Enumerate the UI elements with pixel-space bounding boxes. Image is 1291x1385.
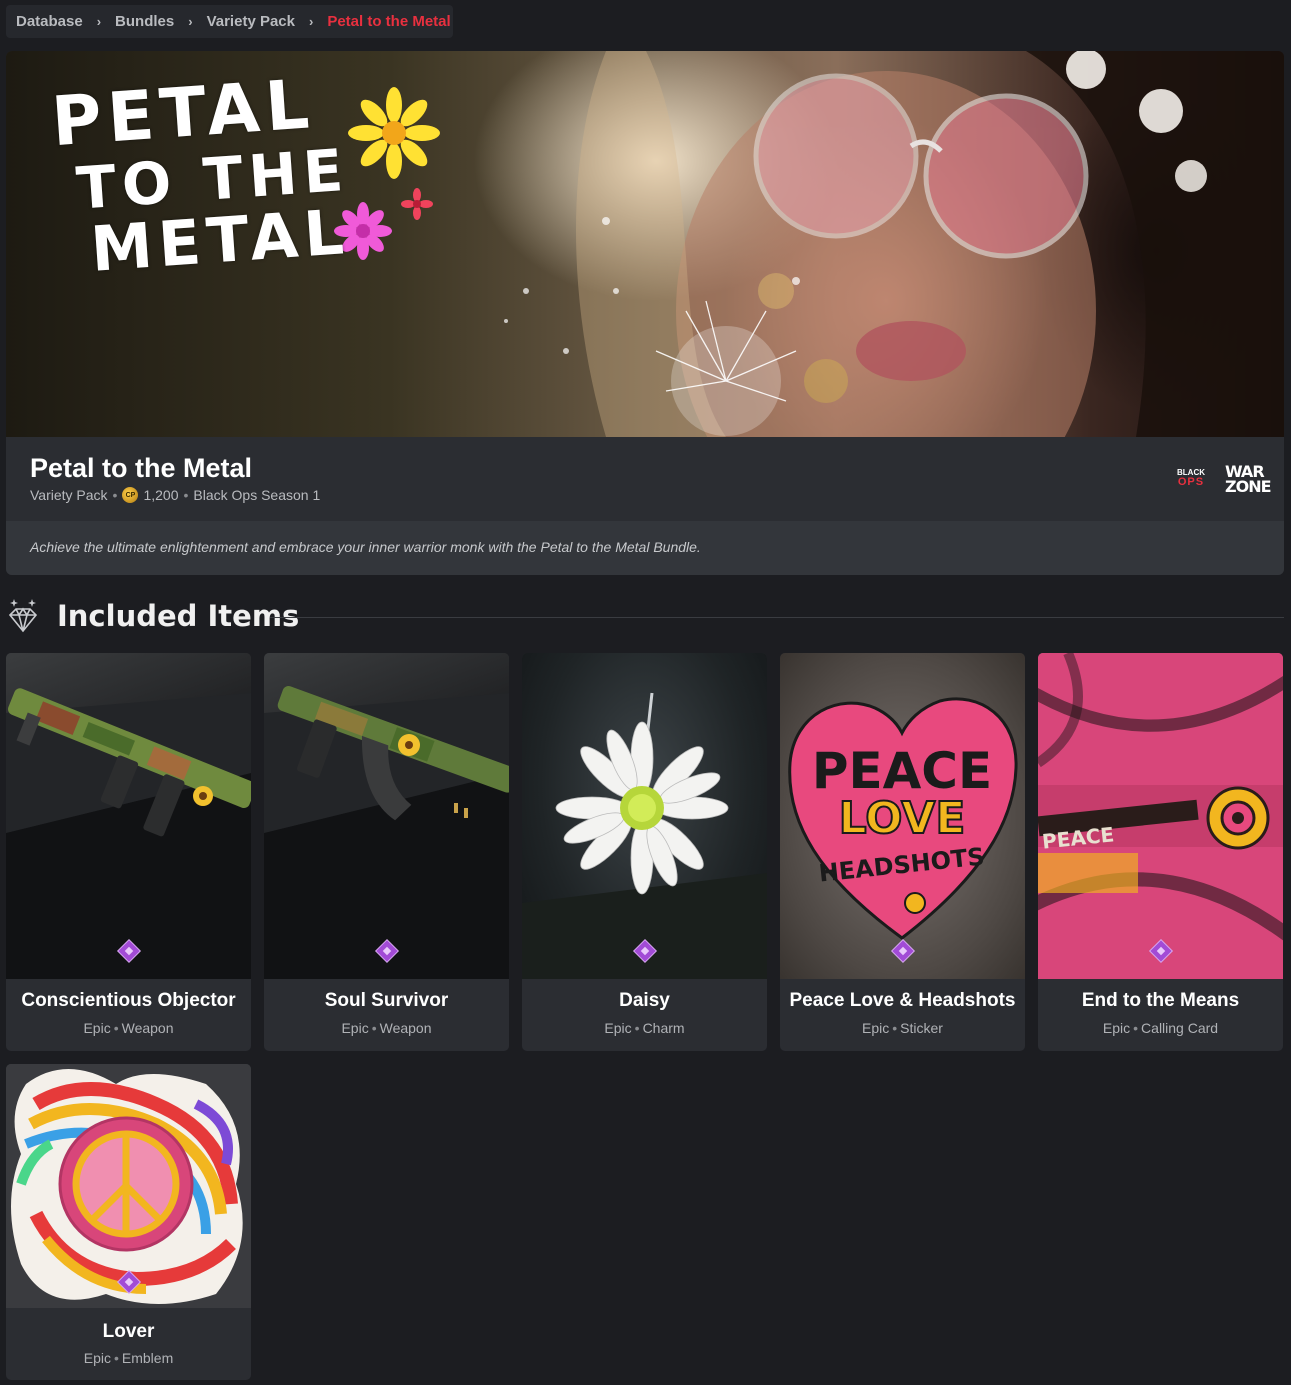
- breadcrumb-separator: ›: [308, 14, 314, 29]
- breadcrumb-variety-pack[interactable]: Variety Pack: [207, 13, 295, 30]
- item-meta: Epic • Charm: [522, 1020, 767, 1036]
- banner-title-art: PETAL TO THE METAL: [49, 65, 356, 286]
- breadcrumb-separator: ›: [96, 14, 102, 29]
- item-card-peace-love-headshots[interactable]: PEACE LOVE HEADSHOTS Peace Love & Headsh…: [780, 653, 1025, 1051]
- cod-points-icon: CP: [122, 487, 139, 503]
- epic-rarity-icon: [374, 938, 400, 964]
- item-rarity: Epic: [83, 1350, 111, 1366]
- warzone-logo: WAR ZONE: [1225, 463, 1272, 497]
- item-rarity: Epic: [1102, 1020, 1131, 1036]
- item-type: Sticker: [900, 1020, 943, 1036]
- calling-card-image: PEACE: [1038, 653, 1283, 979]
- item-card-lover[interactable]: Lover Epic • Emblem: [6, 1064, 251, 1380]
- item-rarity: Epic: [862, 1020, 890, 1036]
- bundle-hero-card: PETAL TO THE METAL Petal to the Metal Va…: [6, 51, 1284, 575]
- breadcrumb-bundles[interactable]: Bundles: [115, 13, 174, 30]
- epic-rarity-icon: [116, 938, 142, 964]
- breadcrumb: Database › Bundles › Variety Pack › Peta…: [6, 5, 453, 38]
- black-ops-logo: BLACK OPS: [1174, 469, 1208, 488]
- item-name: Conscientious Objector: [21, 990, 236, 1011]
- section-title: Included Items: [57, 599, 300, 633]
- item-thumbnail: PEACE LOVE HEADSHOTS: [780, 653, 1025, 979]
- item-thumbnail: PEACE: [1038, 653, 1283, 979]
- weapon-image: [264, 686, 509, 979]
- item-thumbnail: [264, 653, 509, 979]
- item-rarity: Epic: [341, 1020, 369, 1036]
- item-card-end-to-the-means[interactable]: PEACE End to the Means Epic • Calling Card: [1038, 653, 1283, 1051]
- epic-rarity-icon: [890, 938, 916, 964]
- item-card-conscientious-objector[interactable]: Conscientious Objector Epic • Weapon: [6, 653, 251, 1051]
- daisy-charm-image: [522, 692, 767, 979]
- epic-rarity-icon: [1148, 938, 1174, 964]
- item-type: Emblem: [121, 1350, 174, 1366]
- section-divider: [270, 617, 1284, 618]
- item-thumbnail: [6, 653, 251, 979]
- item-name: Peace Love & Headshots: [789, 990, 1016, 1011]
- meta-dot: •: [113, 1350, 119, 1366]
- sticker-peace-text: PEACE: [812, 742, 992, 800]
- item-meta: Epic • Weapon: [6, 1020, 251, 1036]
- bundle-banner-image: PETAL TO THE METAL: [6, 51, 1284, 437]
- item-name: Lover: [102, 1321, 155, 1342]
- item-thumbnail: [522, 653, 767, 979]
- meta-dot: •: [112, 487, 118, 503]
- item-name: Soul Survivor: [324, 990, 449, 1011]
- warzone-logo-bottom: ZONE: [1225, 477, 1272, 497]
- item-type: Weapon: [379, 1020, 432, 1036]
- item-meta: Epic • Weapon: [264, 1020, 509, 1036]
- item-meta: Epic • Emblem: [6, 1350, 251, 1366]
- item-meta: Epic • Sticker: [780, 1020, 1025, 1036]
- bundle-price: 1,200: [143, 487, 179, 503]
- breadcrumb-database[interactable]: Database: [16, 13, 83, 30]
- item-card-daisy[interactable]: Daisy Epic • Charm: [522, 653, 767, 1051]
- meta-dot: •: [113, 1020, 119, 1036]
- bundle-info: Petal to the Metal Variety Pack • CP 1,2…: [6, 437, 1284, 521]
- meta-dot: •: [634, 1020, 640, 1036]
- sticker-love-text: LOVE: [839, 793, 966, 844]
- item-rarity: Epic: [604, 1020, 632, 1036]
- breadcrumb-separator: ›: [188, 14, 193, 29]
- breadcrumb-current: Petal to the Metal: [327, 13, 451, 30]
- meta-dot: •: [892, 1020, 898, 1036]
- bundle-description: Achieve the ultimate enlightenment and e…: [6, 521, 1284, 575]
- epic-rarity-icon: [632, 938, 658, 964]
- bundle-season: Black Ops Season 1: [193, 487, 321, 503]
- sticker-image: PEACE LOVE HEADSHOTS: [788, 697, 1018, 940]
- item-card-soul-survivor[interactable]: Soul Survivor Epic • Weapon: [264, 653, 509, 1051]
- bundle-type: Variety Pack: [30, 487, 108, 503]
- item-name: End to the Means: [1081, 990, 1240, 1011]
- banner-title-line: METAL: [88, 194, 352, 286]
- meta-dot: •: [183, 487, 189, 503]
- weapon-image: [6, 688, 251, 979]
- meta-dot: •: [371, 1020, 377, 1036]
- meta-dot: •: [1133, 1020, 1139, 1036]
- included-items-header: Included Items: [6, 595, 1284, 639]
- item-name: Daisy: [619, 990, 670, 1011]
- black-ops-logo-bottom: OPS: [1177, 476, 1205, 488]
- bundle-title: Petal to the Metal: [30, 453, 253, 483]
- bundle-meta: Variety Pack • CP 1,200 • Black Ops Seas…: [30, 487, 320, 503]
- diamond-icon: [8, 599, 38, 633]
- item-type: Weapon: [121, 1020, 174, 1036]
- item-type: Calling Card: [1141, 1020, 1219, 1036]
- item-type: Charm: [642, 1020, 685, 1036]
- item-meta: Epic • Calling Card: [1038, 1020, 1283, 1036]
- epic-rarity-icon: [116, 1269, 142, 1295]
- item-rarity: Epic: [83, 1020, 111, 1036]
